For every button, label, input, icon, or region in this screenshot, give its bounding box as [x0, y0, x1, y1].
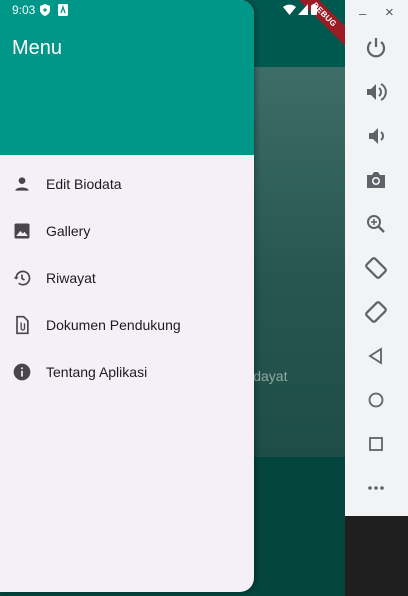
- phone-screen: Hidayat 4 DEBUG 9:03 Menu Edit Biodata G…: [0, 0, 345, 596]
- menu-item-riwayat[interactable]: Riwayat: [0, 255, 254, 302]
- minimize-button[interactable]: –: [359, 6, 366, 21]
- camera-button[interactable]: [361, 165, 391, 195]
- menu-item-label: Edit Biodata: [46, 176, 122, 192]
- status-time: 9:03: [12, 3, 36, 17]
- close-button[interactable]: ×: [385, 4, 394, 21]
- image-icon: [14, 223, 30, 239]
- drawer-header: 9:03 Menu: [0, 0, 254, 155]
- signal-icon: [298, 4, 308, 15]
- volume-up-icon: [367, 83, 387, 101]
- more-icon: [368, 486, 384, 490]
- menu-item-gallery[interactable]: Gallery: [0, 208, 254, 255]
- menu-item-dokumen-pendukung[interactable]: Dokumen Pendukung: [0, 302, 254, 349]
- camera-icon: [367, 172, 385, 188]
- back-icon: [368, 347, 382, 365]
- more-button[interactable]: [361, 473, 391, 503]
- menu-item-label: Gallery: [46, 223, 91, 239]
- volume-down-icon: [369, 128, 384, 144]
- drawer-title: Menu: [12, 37, 63, 59]
- emulator-background: [345, 516, 408, 596]
- menu-item-label: Riwayat: [46, 270, 96, 286]
- menu-item-tentang-aplikasi[interactable]: Tentang Aplikasi: [0, 349, 254, 396]
- back-button[interactable]: [361, 341, 391, 371]
- zoom-button[interactable]: [361, 209, 391, 239]
- wifi-icon: [283, 4, 296, 15]
- menu-item-label: Dokumen Pendukung: [46, 317, 181, 333]
- volume-down-button[interactable]: [361, 121, 391, 151]
- power-button[interactable]: [361, 33, 391, 63]
- menu-item-label: Tentang Aplikasi: [46, 364, 148, 380]
- power-icon: [366, 38, 386, 58]
- overview-icon: [369, 437, 383, 451]
- rotate-right-button[interactable]: [361, 297, 391, 327]
- person-icon: [15, 177, 29, 191]
- home-button[interactable]: [361, 385, 391, 415]
- rotate-right-icon: [365, 301, 387, 323]
- volume-up-button[interactable]: [361, 77, 391, 107]
- navigation-drawer: 9:03 Menu Edit Biodata Gallery Riwayat D…: [0, 0, 254, 592]
- sim-icon: [58, 4, 68, 16]
- emulator-toolbar: – ×: [345, 0, 408, 516]
- rotate-left-button[interactable]: [361, 253, 391, 283]
- menu-item-edit-biodata[interactable]: Edit Biodata: [0, 161, 254, 208]
- shield-icon: [40, 4, 50, 16]
- home-icon: [368, 392, 384, 408]
- battery-icon: [311, 4, 317, 15]
- history-icon: [13, 270, 31, 286]
- overview-button[interactable]: [361, 429, 391, 459]
- zoom-icon: [367, 215, 385, 233]
- info-icon: [13, 363, 31, 381]
- document-icon: [16, 315, 29, 335]
- rotate-left-icon: [365, 257, 387, 279]
